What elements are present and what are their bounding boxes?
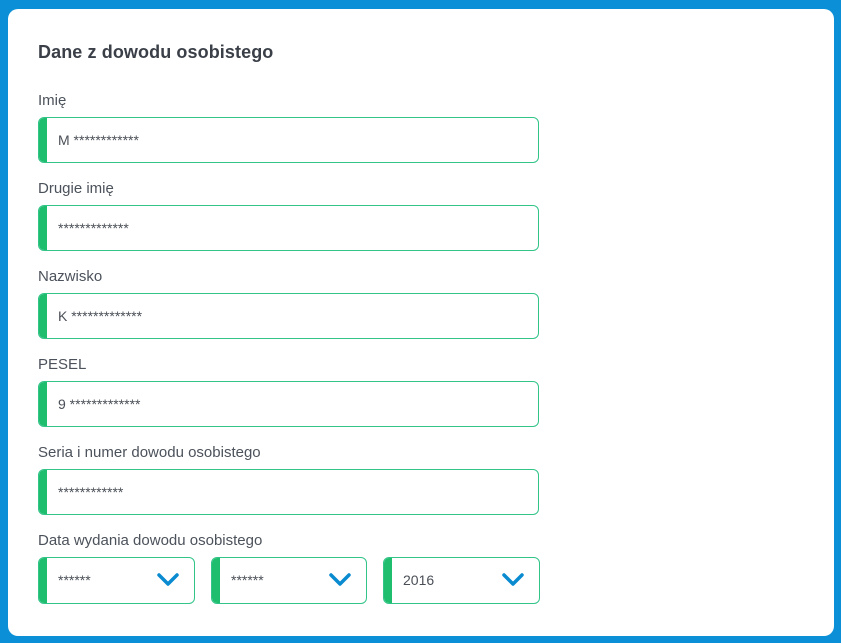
second-name-input[interactable]: ************* [38,205,539,251]
surname-input[interactable]: K ************* [38,293,539,339]
issue-month-select[interactable]: ****** [211,557,367,604]
issue-day-select[interactable]: ****** [38,557,195,604]
issue-year-select[interactable]: 2016 [383,557,540,604]
first-name-label: Imię [38,92,67,109]
second-name-value: ************* [58,220,129,236]
surname-value: K ************* [58,308,143,324]
chevron-down-icon [157,573,179,586]
first-name-input[interactable]: M ************ [38,117,539,163]
pesel-label: PESEL [38,356,87,373]
second-name-label: Drugie imię [38,180,114,197]
chevron-down-icon [502,573,524,586]
id-number-label: Seria i numer dowodu osobistego [38,444,261,461]
form-title: Dane z dowodu osobistego [38,42,274,62]
surname-label: Nazwisko [38,268,103,285]
first-name-value: M ************ [58,132,139,148]
id-number-value: ************ [58,484,124,500]
issue-year-value: 2016 [403,572,435,588]
issue-day-value: ****** [58,572,91,588]
issue-date-label: Data wydania dowodu osobistego [38,532,263,549]
issue-month-value: ****** [231,572,264,588]
pesel-value: 9 ************* [58,396,141,412]
id-number-input[interactable]: ************ [38,469,539,515]
identity-card-form: Dane z dowodu osobistego Imię M ********… [8,9,834,636]
pesel-input[interactable]: 9 ************* [38,381,539,427]
chevron-down-icon [329,573,351,586]
